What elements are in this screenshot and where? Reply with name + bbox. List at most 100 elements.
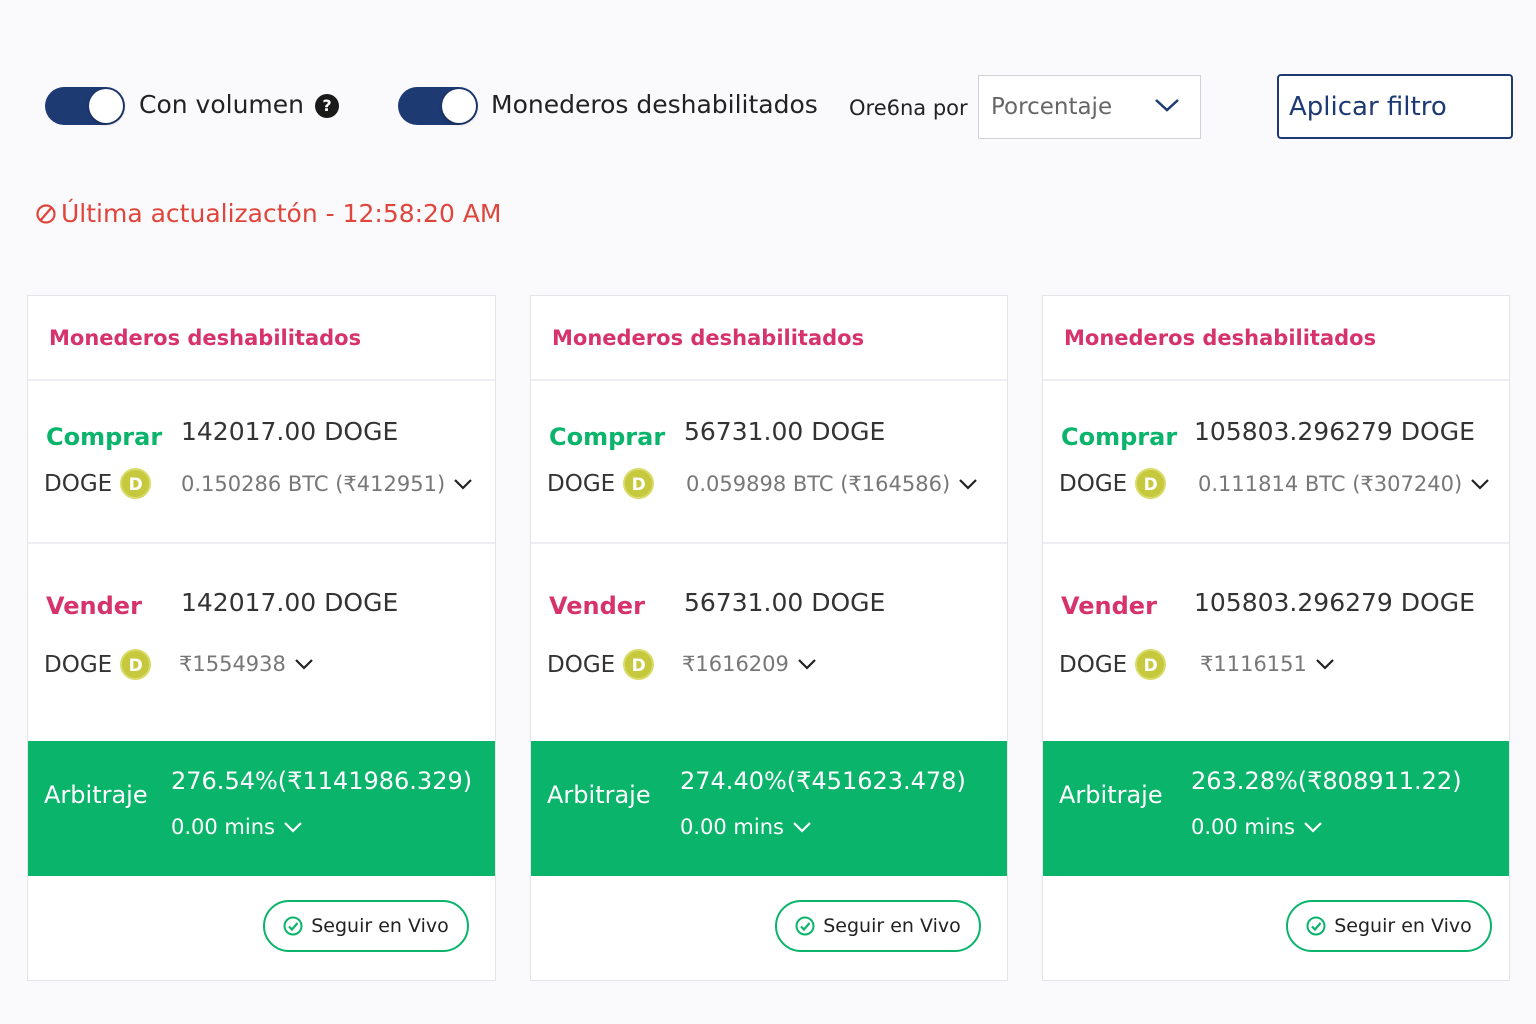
buy-detail-dropdown[interactable]: 0.150286 BTC (₹412951) [181, 472, 473, 496]
doge-coin-icon: D [120, 468, 152, 499]
chevron-down-icon [295, 659, 313, 670]
sell-detail-dropdown[interactable]: ₹1116151 [1200, 652, 1335, 676]
sell-section: Vender 56731.00 DOGE DOGE D ₹1616209 [531, 544, 1007, 741]
buy-section: Comprar 142017.00 DOGE DOGE D 0.150286 B… [28, 381, 495, 544]
buy-label: Comprar [46, 423, 163, 451]
buy-label: Comprar [1061, 423, 1178, 451]
sell-detail-text: ₹1554938 [179, 652, 286, 676]
arbitrage-label: Arbitraje [1059, 781, 1163, 809]
sort-select-value: Porcentaje [991, 94, 1113, 120]
follow-live-label: Seguir en Vivo [1334, 915, 1472, 937]
chevron-down-icon [454, 479, 472, 490]
arbitrage-label: Arbitraje [44, 781, 148, 809]
sort-label: Ore6na por [849, 96, 968, 120]
check-circle-icon [283, 916, 303, 936]
arbitrage-card: Monederos deshabilitados Comprar 56731.0… [530, 295, 1008, 981]
sell-detail-dropdown[interactable]: ₹1616209 [682, 652, 817, 676]
card-header: Monederos deshabilitados [1043, 296, 1509, 381]
follow-live-button[interactable]: Seguir en Vivo [1286, 900, 1492, 952]
chevron-down-icon [1471, 479, 1489, 490]
sell-amount: 56731.00 DOGE [684, 588, 886, 617]
buy-detail-dropdown[interactable]: 0.111814 BTC (₹307240) [1198, 472, 1490, 496]
arbitrage-value: 274.40%(₹451623.478) [680, 767, 966, 795]
follow-live-label: Seguir en Vivo [823, 915, 961, 937]
sell-label: Vender [549, 592, 645, 620]
buy-amount: 56731.00 DOGE [684, 417, 886, 446]
buy-amount: 142017.00 DOGE [181, 417, 399, 446]
coin-name: DOGE [44, 470, 113, 497]
arbitrage-value: 263.28%(₹808911.22) [1191, 767, 1462, 795]
arbitrage-section: Arbitraje 276.54%(₹1141986.329) 0.00 min… [28, 741, 495, 876]
doge-coin-icon: D [623, 468, 655, 499]
arbitrage-card: Monederos deshabilitados Comprar 105803.… [1042, 295, 1510, 981]
buy-detail-text: 0.111814 BTC (₹307240) [1198, 472, 1463, 496]
arbitrage-section: Arbitraje 263.28%(₹808911.22) 0.00 mins [1043, 741, 1509, 876]
coin-name: DOGE [547, 651, 616, 678]
arbitrage-mins-dropdown[interactable]: 0.00 mins [680, 815, 812, 839]
last-update-status: Última actualizactón - 12:58:20 AM [35, 199, 501, 228]
sort-select[interactable]: Porcentaje [978, 75, 1201, 139]
buy-detail-dropdown[interactable]: 0.059898 BTC (₹164586) [686, 472, 978, 496]
help-icon[interactable]: ? [315, 94, 339, 118]
sell-detail-text: ₹1616209 [682, 652, 789, 676]
toggle-knob [442, 89, 476, 123]
sell-label: Vender [1061, 592, 1157, 620]
coin-name: DOGE [547, 470, 616, 497]
disabled-wallets-toggle[interactable] [398, 87, 478, 125]
doge-coin-icon: D [120, 649, 152, 680]
arbitrage-mins-dropdown[interactable]: 0.00 mins [171, 815, 303, 839]
coin-name: DOGE [1059, 470, 1128, 497]
arbitrage-mins-text: 0.00 mins [1191, 815, 1295, 839]
sell-label: Vender [46, 592, 142, 620]
buy-coin: DOGE D [1059, 468, 1167, 499]
card-title: Monederos deshabilitados [49, 326, 362, 350]
arbitrage-card: Monederos deshabilitados Comprar 142017.… [27, 295, 496, 981]
sell-coin: DOGE D [44, 649, 152, 680]
doge-coin-icon: D [1135, 468, 1167, 499]
coin-name: DOGE [1059, 651, 1128, 678]
volume-label: Con volumen [139, 90, 305, 119]
card-title: Monederos deshabilitados [1064, 326, 1377, 350]
follow-live-label: Seguir en Vivo [311, 915, 449, 937]
sell-detail-text: ₹1116151 [1200, 652, 1307, 676]
buy-label: Comprar [549, 423, 666, 451]
buy-detail-text: 0.059898 BTC (₹164586) [686, 472, 951, 496]
coin-name: DOGE [44, 651, 113, 678]
follow-live-button[interactable]: Seguir en Vivo [775, 900, 981, 952]
arbitrage-mins-text: 0.00 mins [171, 815, 275, 839]
last-update-text: Última actualizactón - 12:58:20 AM [61, 199, 502, 228]
buy-section: Comprar 56731.00 DOGE DOGE D 0.059898 BT… [531, 381, 1007, 544]
sell-coin: DOGE D [547, 649, 655, 680]
disabled-wallets-label: Monederos deshabilitados [491, 90, 818, 119]
follow-live-button[interactable]: Seguir en Vivo [263, 900, 469, 952]
arbitrage-section: Arbitraje 274.40%(₹451623.478) 0.00 mins [531, 741, 1007, 876]
check-circle-icon [1306, 916, 1326, 936]
apply-filter-button[interactable]: Aplicar filtro [1277, 74, 1513, 139]
sell-coin: DOGE D [1059, 649, 1167, 680]
arbitrage-value: 276.54%(₹1141986.329) [171, 767, 473, 795]
sell-detail-dropdown[interactable]: ₹1554938 [179, 652, 314, 676]
sell-section: Vender 142017.00 DOGE DOGE D ₹1554938 [28, 544, 495, 741]
toggle-knob [89, 89, 123, 123]
chevron-down-icon [959, 479, 977, 490]
chevron-down-icon [793, 822, 811, 833]
buy-coin: DOGE D [44, 468, 152, 499]
arbitrage-mins-text: 0.00 mins [680, 815, 784, 839]
card-header: Monederos deshabilitados [531, 296, 1007, 381]
volume-toggle[interactable] [45, 87, 125, 125]
chevron-down-icon [284, 822, 302, 833]
card-header: Monederos deshabilitados [28, 296, 495, 381]
buy-detail-text: 0.150286 BTC (₹412951) [181, 472, 446, 496]
arbitrage-label: Arbitraje [547, 781, 651, 809]
arbitrage-mins-dropdown[interactable]: 0.00 mins [1191, 815, 1323, 839]
chevron-down-icon [1316, 659, 1334, 670]
buy-amount: 105803.296279 DOGE [1194, 417, 1475, 446]
card-title: Monederos deshabilitados [552, 326, 865, 350]
buy-section: Comprar 105803.296279 DOGE DOGE D 0.1118… [1043, 381, 1509, 544]
clock-off-icon [36, 203, 56, 224]
chevron-down-icon [1155, 99, 1179, 112]
chevron-down-icon [1304, 822, 1322, 833]
sell-amount: 105803.296279 DOGE [1194, 588, 1475, 617]
sell-section: Vender 105803.296279 DOGE DOGE D ₹111615… [1043, 544, 1509, 741]
check-circle-icon [795, 916, 815, 936]
